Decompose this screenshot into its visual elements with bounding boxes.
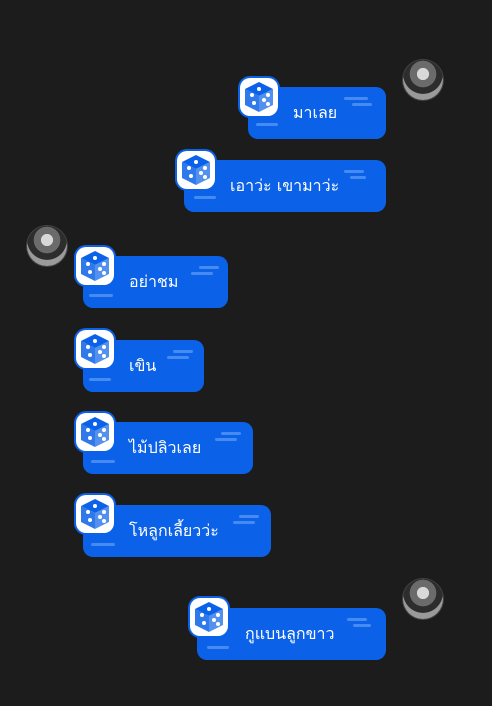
dice-cube-icon — [76, 247, 114, 285]
dice-cube-icon — [177, 151, 215, 189]
message-text: กูแบนลูกขาว — [245, 624, 335, 643]
chat-thread: มาเลย เอาว่ะ เขามาว่ะ อย่าชม เขิน ไม้ปลิ… — [0, 0, 492, 706]
message-text: เขิน — [129, 356, 157, 375]
message-text: โหลูกเลี้ยวว่ะ — [129, 521, 219, 540]
message-text: อย่าชม — [129, 272, 179, 291]
message-text: เอาว่ะ เขามาว่ะ — [230, 176, 340, 195]
dice-cube-icon — [240, 78, 278, 116]
dice-cube-icon — [76, 495, 114, 533]
message-text: ไม้ปลิวเลย — [129, 438, 202, 457]
avatar[interactable] — [403, 60, 443, 100]
dice-cube-icon — [76, 330, 114, 368]
avatar[interactable] — [27, 226, 67, 266]
dice-cube-icon — [190, 598, 228, 636]
dice-cube-icon — [76, 413, 114, 451]
avatar[interactable] — [403, 579, 443, 619]
message-text: มาเลย — [293, 103, 338, 122]
